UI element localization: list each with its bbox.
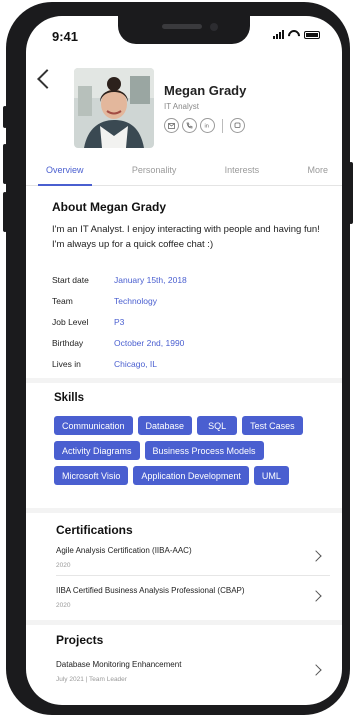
skills-title: Skills	[54, 392, 85, 404]
info-row-lives-in: Lives in Chicago, IL	[52, 353, 187, 374]
info-value[interactable]: Chicago, IL	[114, 359, 157, 369]
tab-more[interactable]: More	[307, 158, 328, 185]
phone-frame: 9:41 Megan Grady IT Analyst in Overview …	[3, 2, 353, 715]
section-separator	[26, 378, 342, 383]
skills-chips: Communication Database SQL Test Cases Ac…	[54, 416, 342, 491]
skill-chip[interactable]: Business Process Models	[144, 441, 264, 460]
phone-icon[interactable]	[182, 118, 197, 133]
chat-icon[interactable]	[230, 118, 245, 133]
info-key: Birthday	[52, 337, 84, 348]
wifi-icon	[288, 30, 300, 39]
skill-chip[interactable]: Microsoft Visio	[54, 466, 129, 485]
tab-personality[interactable]: Personality	[132, 158, 177, 185]
volume-up-button	[3, 144, 7, 184]
notch	[118, 16, 250, 44]
certification-item[interactable]: Agile Analysis Certification (IIBA-AAC) …	[56, 546, 326, 569]
avatar-photo	[74, 68, 154, 148]
avatar	[74, 68, 154, 148]
screen: 9:41 Megan Grady IT Analyst in Overview …	[26, 16, 342, 705]
status-time: 9:41	[52, 29, 79, 44]
info-value[interactable]: January 15th, 2018	[114, 275, 187, 285]
profile-tabs: Overview Personality Interests More	[26, 158, 342, 186]
tab-interests[interactable]: Interests	[225, 158, 260, 185]
certification-title: IIBA Certified Business Analysis Profess…	[56, 586, 245, 595]
tab-overview[interactable]: Overview	[38, 158, 91, 186]
about-title: About Megan Grady	[52, 200, 167, 214]
skill-chip[interactable]: Database	[137, 416, 193, 435]
certification-title: Agile Analysis Certification (IIBA-AAC)	[56, 546, 192, 555]
front-camera	[210, 23, 218, 31]
back-chevron-icon[interactable]	[37, 69, 57, 89]
skill-chip[interactable]: SQL	[197, 416, 238, 435]
info-value[interactable]: P3	[114, 317, 124, 327]
info-row-start-date: Start date January 15th, 2018	[52, 269, 187, 290]
certifications-title: Certifications	[56, 523, 133, 537]
project-meta: July 2021 | Team Leader	[56, 676, 127, 683]
profile-info-list: Start date January 15th, 2018 Team Techn…	[52, 269, 187, 374]
info-value[interactable]: Technology	[114, 296, 157, 306]
section-separator	[26, 508, 342, 513]
contact-actions: in	[164, 118, 245, 133]
profile-role: IT Analyst	[164, 102, 199, 111]
about-text: I'm an IT Analyst. I enjoy interacting w…	[52, 224, 320, 250]
certification-year: 2020	[56, 562, 71, 569]
mute-switch	[3, 106, 7, 128]
project-item[interactable]: Database Monitoring Enhancement July 202…	[56, 660, 326, 683]
section-separator	[26, 620, 342, 625]
project-title: Database Monitoring Enhancement	[56, 660, 182, 669]
skill-chip[interactable]: Application Development	[133, 466, 249, 485]
status-icons	[273, 30, 320, 39]
chip-row: Microsoft Visio Application Development …	[54, 466, 342, 485]
linkedin-icon[interactable]: in	[200, 118, 215, 133]
projects-title: Projects	[56, 633, 104, 647]
info-value[interactable]: October 2nd, 1990	[114, 338, 184, 348]
certification-year: 2020	[56, 602, 71, 609]
volume-down-button	[3, 192, 7, 232]
message-icon[interactable]	[164, 118, 179, 133]
divider	[56, 575, 330, 576]
speaker	[162, 24, 202, 29]
skill-chip[interactable]: Communication	[54, 416, 133, 435]
info-key: Start date	[52, 274, 89, 285]
chip-row: Communication Database SQL Test Cases	[54, 416, 342, 435]
certification-item[interactable]: IIBA Certified Business Analysis Profess…	[56, 586, 326, 609]
info-row-birthday: Birthday October 2nd, 1990	[52, 332, 187, 353]
svg-text:in: in	[205, 124, 209, 129]
profile-name: Megan Grady	[164, 83, 247, 98]
skill-chip[interactable]: UML	[253, 466, 289, 485]
info-key: Job Level	[52, 316, 89, 327]
signal-icon	[273, 30, 284, 39]
power-button	[349, 162, 353, 224]
battery-icon	[304, 31, 320, 39]
info-row-team: Team Technology	[52, 290, 187, 311]
skill-chip[interactable]: Activity Diagrams	[54, 441, 140, 460]
info-row-job-level: Job Level P3	[52, 311, 187, 332]
chip-row: Activity Diagrams Business Process Model…	[54, 441, 342, 460]
info-key: Team	[52, 295, 73, 306]
contact-divider	[222, 118, 223, 133]
info-key: Lives in	[52, 358, 81, 369]
skill-chip[interactable]: Test Cases	[242, 416, 303, 435]
